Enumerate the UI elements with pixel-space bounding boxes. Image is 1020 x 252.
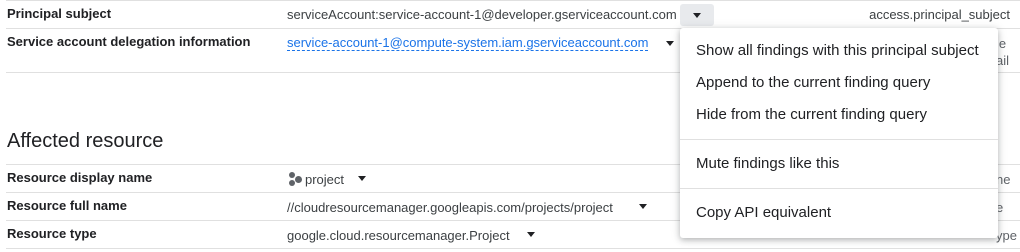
project-icon (289, 172, 303, 186)
resource-type-value: google.cloud.resourcemanager.Project (287, 228, 510, 243)
menu-divider (680, 188, 998, 189)
menu-divider (680, 139, 998, 140)
delegation-dropdown-icon[interactable] (666, 41, 674, 46)
resource-full-name-label: Resource full name (7, 198, 127, 213)
resource-type-label: Resource type (7, 226, 97, 241)
caret-down-icon (693, 12, 701, 18)
menu-item-copy-api-equivalent[interactable]: Copy API equivalent (696, 204, 831, 221)
resource-full-name-dropdown-icon[interactable] (639, 204, 647, 209)
menu-item-mute-findings[interactable]: Mute findings like this (696, 155, 839, 172)
section-title-affected-resource: Affected resource (7, 130, 164, 152)
resource-full-name-clipped-text: e (996, 200, 1004, 215)
context-menu: Show all findings with this principal su… (680, 28, 998, 238)
delegation-info-link[interactable]: service-account-1@compute-system.iam.gse… (287, 35, 649, 51)
row-divider (6, 0, 1020, 1)
menu-item-append-to-query[interactable]: Append to the current finding query (696, 74, 930, 91)
principal-subject-label: Principal subject (7, 6, 112, 21)
resource-display-name-dropdown-icon[interactable] (358, 176, 366, 181)
principal-subject-field-key: access.principal_subject (869, 7, 1010, 22)
resource-type-clipped-text: ype (996, 228, 1017, 243)
delegation-clipped-text-2: ail (996, 53, 1010, 68)
resource-display-name-value: project (305, 172, 345, 187)
menu-item-show-all-findings[interactable]: Show all findings with this principal su… (696, 42, 979, 59)
delegation-clipped-text: le (996, 36, 1007, 51)
resource-display-name-label: Resource display name (7, 170, 153, 185)
resource-display-clipped-text: ne (996, 172, 1011, 187)
resource-full-name-value: //cloudresourcemanager.googleapis.com/pr… (287, 200, 613, 215)
row-divider (6, 248, 1020, 249)
delegation-info-label: Service account delegation information (7, 34, 251, 49)
resource-type-dropdown-icon[interactable] (527, 232, 535, 237)
principal-subject-value: serviceAccount:service-account-1@develop… (287, 7, 677, 22)
principal-subject-dropdown-button[interactable] (680, 4, 714, 26)
menu-item-hide-from-query[interactable]: Hide from the current finding query (696, 106, 927, 123)
